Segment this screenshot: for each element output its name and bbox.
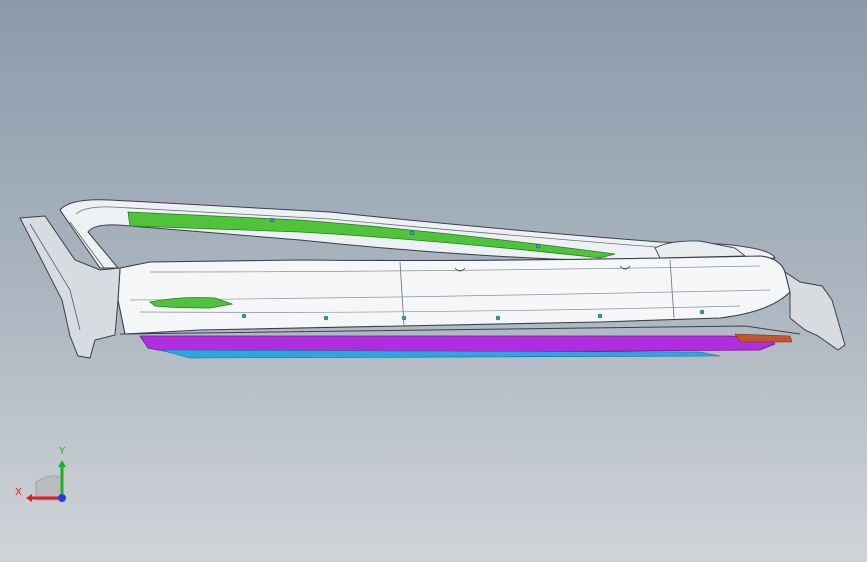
orientation-triad[interactable]: X Y [12, 440, 82, 510]
rocker-trim-right [734, 333, 793, 343]
door-frame-model[interactable] [0, 0, 867, 562]
left-end-bracket [19, 215, 121, 359]
fastener-point [323, 315, 329, 321]
y-axis-label: Y [58, 446, 66, 457]
y-axis-head-icon [58, 460, 66, 467]
mirror-mount-bump [654, 240, 747, 259]
fastener-point [401, 315, 407, 321]
fastener-point [535, 243, 541, 249]
x-axis-label: X [15, 487, 22, 498]
fastener-point [699, 309, 705, 315]
fastener-point [495, 315, 501, 321]
z-axis-dot-icon [58, 494, 66, 502]
right-end-bracket [784, 270, 846, 351]
triad-plane-icon [35, 475, 63, 501]
fastener-point [241, 313, 247, 319]
x-axis-head-icon [26, 494, 32, 502]
fastener-point [409, 230, 415, 236]
fastener-point [269, 217, 275, 223]
fastener-point [597, 313, 603, 319]
graphics-viewport[interactable]: X Y [0, 0, 867, 562]
door-body-panel [117, 255, 791, 335]
